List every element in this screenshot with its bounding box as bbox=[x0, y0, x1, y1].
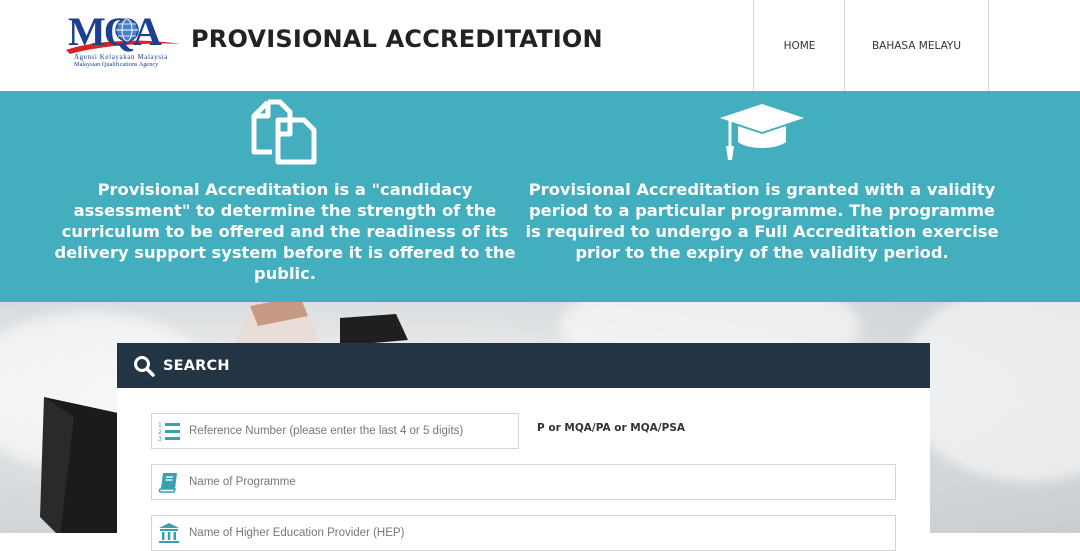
search-header: SEARCH bbox=[117, 343, 930, 388]
documents-icon bbox=[251, 99, 317, 165]
page-title: PROVISIONAL ACCREDITATION bbox=[191, 25, 603, 53]
search-panel: SEARCH 1 2 3 P or MQA/PA or MQA/PSA bbox=[117, 343, 930, 551]
programme-name-field[interactable] bbox=[151, 464, 896, 500]
site-header: MQA Agensi Kelayakan Malaysia Malaysian … bbox=[0, 0, 1080, 91]
reference-number-input[interactable] bbox=[189, 425, 518, 437]
book-icon bbox=[158, 473, 177, 493]
reference-format-hint: P or MQA/PA or MQA/PSA bbox=[537, 422, 686, 434]
feature-text-validity: Provisional Accreditation is granted wit… bbox=[525, 180, 999, 262]
svg-text:3: 3 bbox=[158, 436, 162, 442]
globe-icon bbox=[115, 18, 139, 42]
svg-text:2: 2 bbox=[158, 429, 162, 436]
numbered-list-icon: 1 2 3 bbox=[158, 422, 180, 442]
graduation-cap-icon bbox=[720, 104, 804, 160]
programme-name-input[interactable] bbox=[189, 476, 895, 488]
search-icon bbox=[134, 355, 155, 377]
mqa-logo[interactable]: MQA Agensi Kelayakan Malaysia Malaysian … bbox=[64, 10, 182, 72]
feature-text-candidacy: Provisional Accreditation is a "candidac… bbox=[54, 180, 516, 283]
hep-name-input[interactable] bbox=[189, 527, 895, 539]
nav-home[interactable]: HOME bbox=[753, 0, 845, 91]
svg-text:1: 1 bbox=[158, 422, 162, 429]
hep-name-field[interactable] bbox=[151, 515, 896, 551]
institution-icon bbox=[159, 523, 179, 543]
search-title: SEARCH bbox=[163, 357, 230, 374]
info-band: Provisional Accreditation is a "candidac… bbox=[0, 91, 1080, 302]
graduation-cap-photo bbox=[40, 397, 118, 533]
reference-number-field[interactable]: 1 2 3 bbox=[151, 413, 519, 449]
logo-tagline-ms: Agensi Kelayakan Malaysia bbox=[74, 53, 168, 61]
logo-tagline-en: Malaysian Qualifications Agency bbox=[74, 61, 159, 68]
nav-bahasa-melayu[interactable]: BAHASA MELAYU bbox=[844, 0, 989, 91]
